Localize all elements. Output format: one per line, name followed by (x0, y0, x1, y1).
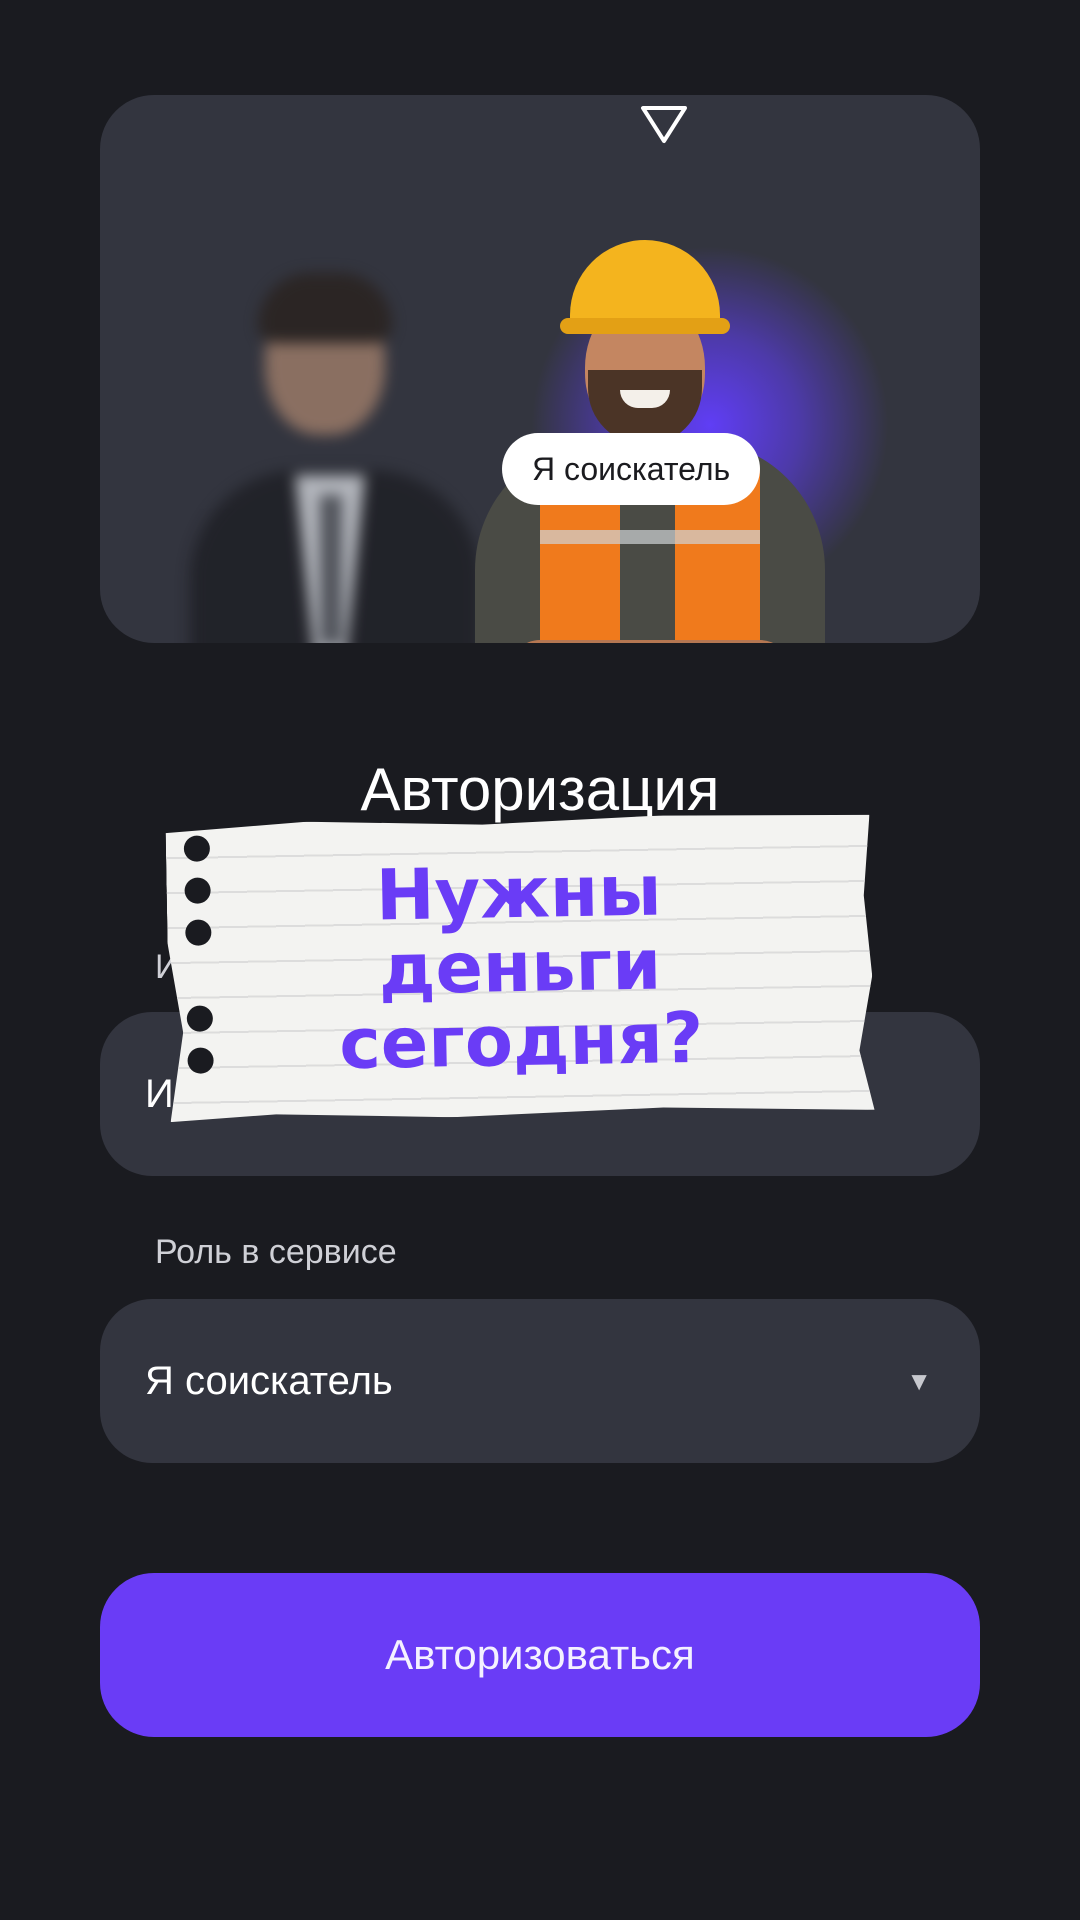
page-title: Авторизация (360, 756, 720, 823)
role-select-value: Я соискатель (145, 1359, 393, 1403)
triangle-down-icon (641, 106, 687, 143)
role-select[interactable]: Я соискатель ▼ (100, 1299, 980, 1463)
chevron-down-icon: ▼ (906, 1366, 932, 1396)
hero-card: Я соискатель (100, 95, 980, 643)
promo-line-2: деньги (378, 923, 662, 1011)
promo-sticker[interactable]: Нужны деньги сегодня? (165, 812, 874, 1122)
authorize-button[interactable]: Авторизоваться (100, 1573, 980, 1737)
promo-text: Нужны деньги сегодня? (166, 850, 874, 1084)
worker-illustration (470, 200, 830, 643)
businessman-illustration (180, 185, 500, 643)
promo-line-3: сегодня? (338, 996, 705, 1086)
hero-role-badge[interactable]: Я соискатель (502, 433, 761, 505)
promo-line-1: Нужны (375, 849, 663, 937)
role-field-label: Роль в сервисе (155, 1233, 397, 1271)
